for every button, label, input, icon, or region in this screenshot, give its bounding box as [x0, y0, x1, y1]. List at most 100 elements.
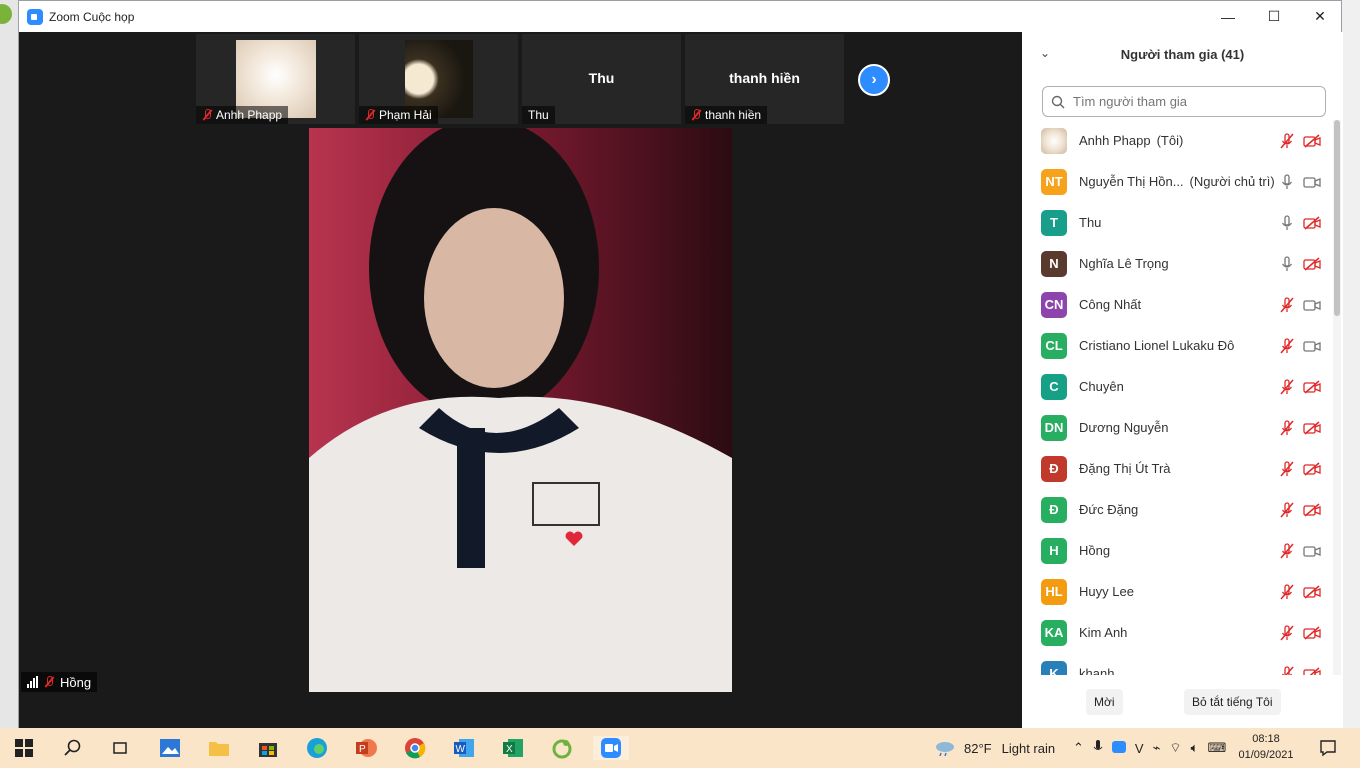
taskbar: P W X 82°F Light rain ⌃ V ⌁ ⌔ 🔈︎ ⌨︎ 08:1… [0, 728, 1360, 768]
participant-name: Đức Đặng [1079, 502, 1139, 517]
participant-row[interactable]: C Chuyên [1022, 366, 1330, 407]
participant-row[interactable]: CL Cristiano Lionel Lukaku Đô [1022, 325, 1330, 366]
mic-muted-icon[interactable] [1280, 543, 1294, 559]
participant-row[interactable]: DN Dương Nguyễn [1022, 407, 1330, 448]
participant-row[interactable]: CN Công Nhất [1022, 284, 1330, 325]
wifi-icon[interactable]: ⌔ [1169, 740, 1181, 756]
participant-row[interactable]: Anhh Phapp (Tôi) [1022, 120, 1330, 161]
participant-row[interactable]: KA Kim Anh [1022, 612, 1330, 653]
file-explorer-icon[interactable] [207, 736, 231, 760]
store-icon[interactable] [256, 736, 280, 760]
search-box[interactable] [1042, 86, 1326, 117]
video-off-icon[interactable] [1303, 585, 1321, 599]
mic-icon[interactable] [1280, 256, 1294, 272]
mic-icon[interactable] [1280, 215, 1294, 231]
participant-name: Dương Nguyễn [1079, 420, 1169, 435]
video-icon[interactable] [1303, 175, 1321, 189]
thumbnail-nametag: Thu [522, 106, 555, 124]
mic-muted-icon [202, 109, 212, 121]
network-icon[interactable]: ⌁ [1153, 740, 1161, 756]
video-off-icon[interactable] [1303, 462, 1321, 476]
mic-muted-icon[interactable] [1280, 133, 1294, 149]
thumbnail-tile[interactable]: Phạm Hải [359, 34, 518, 124]
chevron-up-icon[interactable]: ⌃ [1073, 740, 1084, 756]
video-icon[interactable] [1303, 298, 1321, 312]
app-icon[interactable] [550, 736, 574, 760]
zoom-tray-icon[interactable] [1111, 740, 1126, 756]
volume-icon[interactable]: 🔈︎ [1191, 740, 1199, 756]
word-icon[interactable]: W [452, 736, 476, 760]
avatar: N [1041, 250, 1067, 277]
video-off-icon[interactable] [1303, 134, 1321, 148]
participant-list: Anhh Phapp (Tôi) NT Nguyễn Thị Hồn... (Người… [1022, 120, 1330, 675]
video-off-icon[interactable] [1303, 257, 1321, 271]
windows-start-icon[interactable] [12, 736, 36, 760]
participant-row[interactable]: NT Nguyễn Thị Hồn... (Người chủ trì) [1022, 161, 1330, 202]
video-off-icon[interactable] [1303, 626, 1321, 640]
mic-icon[interactable] [1280, 174, 1294, 190]
clock[interactable]: 08:18 01/09/2021 [1238, 731, 1294, 763]
video-off-icon[interactable] [1303, 216, 1321, 230]
panel-footer: Mời Bỏ tắt tiếng Tôi [1022, 687, 1343, 717]
weather-desc: Light rain [1001, 740, 1056, 756]
video-off-icon[interactable] [1303, 380, 1321, 394]
mic-muted-icon[interactable] [1280, 461, 1294, 477]
edge-icon[interactable] [305, 736, 329, 760]
powerpoint-icon[interactable]: P [354, 736, 378, 760]
speaker-nametag: Hồng [21, 672, 98, 692]
participant-row[interactable]: HL Huyy Lee [1022, 571, 1330, 612]
participant-name: Nguyễn Thị Hồn... [1079, 174, 1184, 189]
participant-role: (Người chủ trì) [1189, 174, 1275, 189]
scrollbar[interactable] [1333, 120, 1341, 675]
mic-muted-icon[interactable] [1280, 338, 1294, 354]
mic-muted-icon[interactable] [1280, 502, 1294, 518]
participant-row[interactable]: Đ Đức Đặng [1022, 489, 1330, 530]
mic-muted-icon[interactable] [1280, 584, 1294, 600]
microphone-icon[interactable] [1093, 739, 1103, 757]
mic-muted-icon[interactable] [1280, 625, 1294, 641]
thumbnail-tile[interactable]: thanh hiền thanh hiền [685, 34, 844, 124]
maximize-button[interactable]: ☐ [1251, 1, 1297, 32]
signal-strength-icon [27, 676, 38, 688]
invite-button[interactable]: Mời [1086, 689, 1123, 715]
thumbnail-tile[interactable]: Thu Thu [522, 34, 681, 124]
mic-muted-icon[interactable] [1280, 420, 1294, 436]
mic-muted-icon[interactable] [1280, 379, 1294, 395]
video-icon[interactable] [1303, 339, 1321, 353]
participant-row[interactable]: Đ Đặng Thị Út Trà [1022, 448, 1330, 489]
next-page-button[interactable]: › [858, 64, 890, 96]
thumbnail-tile[interactable]: Anhh Phapp [196, 34, 355, 124]
mic-muted-icon[interactable] [1280, 297, 1294, 313]
video-off-icon[interactable] [1303, 503, 1321, 517]
mic-muted-icon [44, 676, 54, 688]
active-speaker-video [309, 128, 732, 692]
mic-muted-icon[interactable] [1280, 666, 1294, 675]
participant-row[interactable]: H Hồng [1022, 530, 1330, 571]
video-area: Anhh Phapp Phạm Hải Thu Thu thanh hiền t… [19, 32, 1022, 729]
chrome-icon[interactable] [403, 736, 427, 760]
language-icon[interactable]: ⌨︎ [1207, 740, 1226, 756]
chevron-down-icon[interactable]: ⌄ [1040, 46, 1050, 60]
avatar: CN [1041, 291, 1067, 318]
minimize-button[interactable]: — [1205, 1, 1251, 32]
participant-row[interactable]: T Thu [1022, 202, 1330, 243]
scrollbar-thumb[interactable] [1334, 120, 1340, 316]
unmute-me-button[interactable]: Bỏ tắt tiếng Tôi [1184, 689, 1281, 715]
participant-row[interactable]: N Nghĩa Lê Trọng [1022, 243, 1330, 284]
task-view-icon[interactable] [108, 736, 132, 760]
video-off-icon[interactable] [1303, 421, 1321, 435]
avatar: Đ [1041, 455, 1067, 482]
video-off-icon[interactable] [1303, 667, 1321, 675]
weather-widget[interactable]: 82°F Light rain [934, 728, 1055, 768]
search-icon[interactable] [61, 736, 85, 760]
participant-name: Nghĩa Lê Trọng [1079, 256, 1169, 271]
close-button[interactable]: ✕ [1297, 1, 1343, 32]
notification-icon[interactable] [1316, 736, 1340, 760]
photos-icon[interactable] [158, 736, 182, 760]
participant-row[interactable]: Kkhanh [1022, 653, 1330, 675]
video-icon[interactable] [1303, 544, 1321, 558]
excel-icon[interactable]: X [501, 736, 525, 760]
zoom-icon[interactable] [593, 736, 629, 760]
search-input[interactable] [1071, 93, 1311, 110]
vpn-icon[interactable]: V [1135, 741, 1144, 756]
